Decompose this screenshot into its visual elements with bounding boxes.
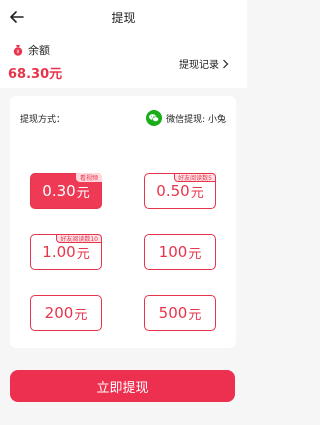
page-title: 提现 <box>111 11 136 25</box>
amount-option-0-50[interactable]: 好友阅读数5 0.50 元 <box>144 173 216 209</box>
withdraw-card: 提现方式： 微信提现: 小兔 看视频 0.30元 好友阅读数5 0.50元 <box>10 96 236 348</box>
option-unit: 元 <box>76 185 90 201</box>
amount-option-500[interactable]: 500 元 <box>144 295 216 331</box>
balance-header: ¥ 余额 <box>12 42 50 58</box>
withdraw-method-row[interactable]: 提现方式： 微信提现: 小兔 <box>10 96 236 140</box>
balance-label: 余额 <box>28 44 50 57</box>
svg-text:¥: ¥ <box>16 50 19 56</box>
option-unit: 元 <box>188 246 202 262</box>
option-amount: 1.00 <box>42 243 76 261</box>
withdraw-history-link[interactable]: 提现记录 <box>179 56 229 71</box>
option-badge: 好友阅读数10 <box>56 234 102 243</box>
withdraw-history-label: 提现记录 <box>179 60 219 71</box>
option-badge: 好友阅读数5 <box>174 173 216 182</box>
balance-amount: 68.30元 <box>8 67 63 82</box>
option-amount: 100 <box>158 243 188 261</box>
top-nav-bar: 提现 <box>0 0 247 36</box>
option-unit: 元 <box>76 246 90 262</box>
method-label: 提现方式： <box>20 114 66 125</box>
balance-section: ¥ 余额 68.30元 提现记录 <box>0 36 247 88</box>
amount-option-100[interactable]: 100 元 <box>144 234 216 270</box>
option-amount: 0.30 <box>42 182 76 200</box>
chevron-right-icon <box>223 59 229 68</box>
option-unit: 元 <box>188 307 202 323</box>
option-amount: 500 <box>158 304 188 322</box>
amount-option-0-30[interactable]: 看视频 0.30 元 <box>30 173 102 209</box>
amount-option-1-00[interactable]: 好友阅读数10 1.00 元 <box>30 234 102 270</box>
method-value-text: 微信提现: 小兔 <box>166 114 226 125</box>
money-bag-icon: ¥ <box>13 45 23 56</box>
option-unit: 元 <box>74 307 88 323</box>
option-unit: 元 <box>190 185 204 201</box>
wechat-icon <box>146 110 163 126</box>
option-amount: 0.50 <box>156 182 190 200</box>
option-amount: 200 <box>44 304 74 322</box>
withdraw-page: 提现 ¥ 余额 68.30元 提现记录 提现方式： 微信提现: 小兔 看视频 0… <box>0 0 247 425</box>
option-badge: 看视频 <box>75 173 102 182</box>
withdraw-submit-button[interactable]: 立即提现 <box>10 370 235 402</box>
method-value: 微信提现: 小兔 <box>146 110 226 126</box>
amount-option-200[interactable]: 200 元 <box>30 295 102 331</box>
